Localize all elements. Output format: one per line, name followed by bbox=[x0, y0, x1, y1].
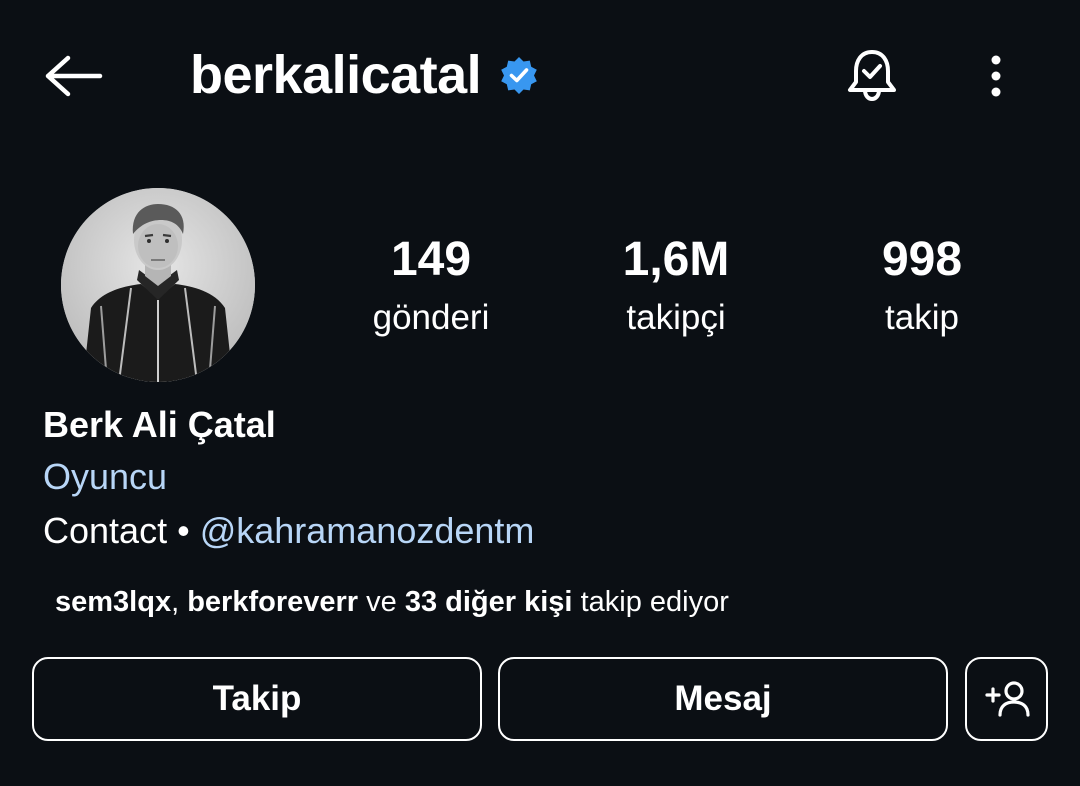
more-options-button[interactable] bbox=[968, 48, 1024, 104]
followed-by-text[interactable]: sem3lqx, berkforeverr ve 33 diğer kişi t… bbox=[55, 582, 729, 622]
suggested-users-button[interactable] bbox=[965, 657, 1048, 741]
stat-posts-label: gönderi bbox=[372, 298, 490, 337]
followed-by-suffix: takip ediyor bbox=[580, 586, 729, 618]
stat-followers-label: takipçi bbox=[626, 298, 726, 337]
arrow-left-icon bbox=[45, 55, 103, 97]
stat-posts[interactable]: 149 gönderi bbox=[331, 232, 531, 342]
profile-photo bbox=[61, 188, 255, 382]
stat-following-label: takip bbox=[885, 298, 959, 337]
followed-by-separator: , bbox=[171, 586, 180, 618]
stat-following-value: 998 bbox=[881, 233, 963, 286]
add-user-icon bbox=[984, 681, 1030, 717]
stat-posts-value: 149 bbox=[390, 233, 472, 286]
verified-badge-icon bbox=[501, 57, 537, 94]
stat-following[interactable]: 998 takip bbox=[822, 232, 1022, 342]
profile-header: berkalicatal bbox=[0, 0, 1080, 150]
profile-category: Oyuncu bbox=[43, 456, 168, 497]
followed-by-others: 33 diğer kişi bbox=[404, 586, 573, 618]
followed-by-user1: sem3lqx bbox=[55, 586, 172, 618]
back-button[interactable] bbox=[40, 46, 106, 106]
profile-full-name: Berk Ali Çatal bbox=[43, 404, 276, 445]
notifications-button[interactable] bbox=[838, 42, 906, 110]
contact-line: Contact • @kahramanozdentm bbox=[43, 508, 534, 554]
follow-button[interactable]: Takip bbox=[32, 657, 482, 741]
more-vertical-icon bbox=[991, 55, 1001, 97]
followed-by-and: ve bbox=[366, 586, 397, 618]
followed-by-user2: berkforeverr bbox=[187, 586, 359, 618]
profile-screen: berkalicatal 149 gönderi 1,6M takipçi 99… bbox=[0, 0, 1080, 786]
message-button[interactable]: Mesaj bbox=[498, 657, 948, 741]
bell-check-icon bbox=[848, 50, 896, 102]
follow-button-label: Takip bbox=[212, 679, 302, 718]
stat-followers[interactable]: 1,6M takipçi bbox=[576, 232, 776, 342]
stat-followers-value: 1,6M bbox=[622, 233, 730, 286]
contact-prefix: Contact • bbox=[43, 510, 190, 551]
header-username: berkalicatal bbox=[190, 40, 539, 110]
profile-avatar[interactable] bbox=[61, 188, 255, 382]
username-text: berkalicatal bbox=[190, 45, 482, 105]
message-button-label: Mesaj bbox=[674, 679, 772, 718]
contact-link[interactable]: @kahramanozdentm bbox=[200, 510, 535, 551]
